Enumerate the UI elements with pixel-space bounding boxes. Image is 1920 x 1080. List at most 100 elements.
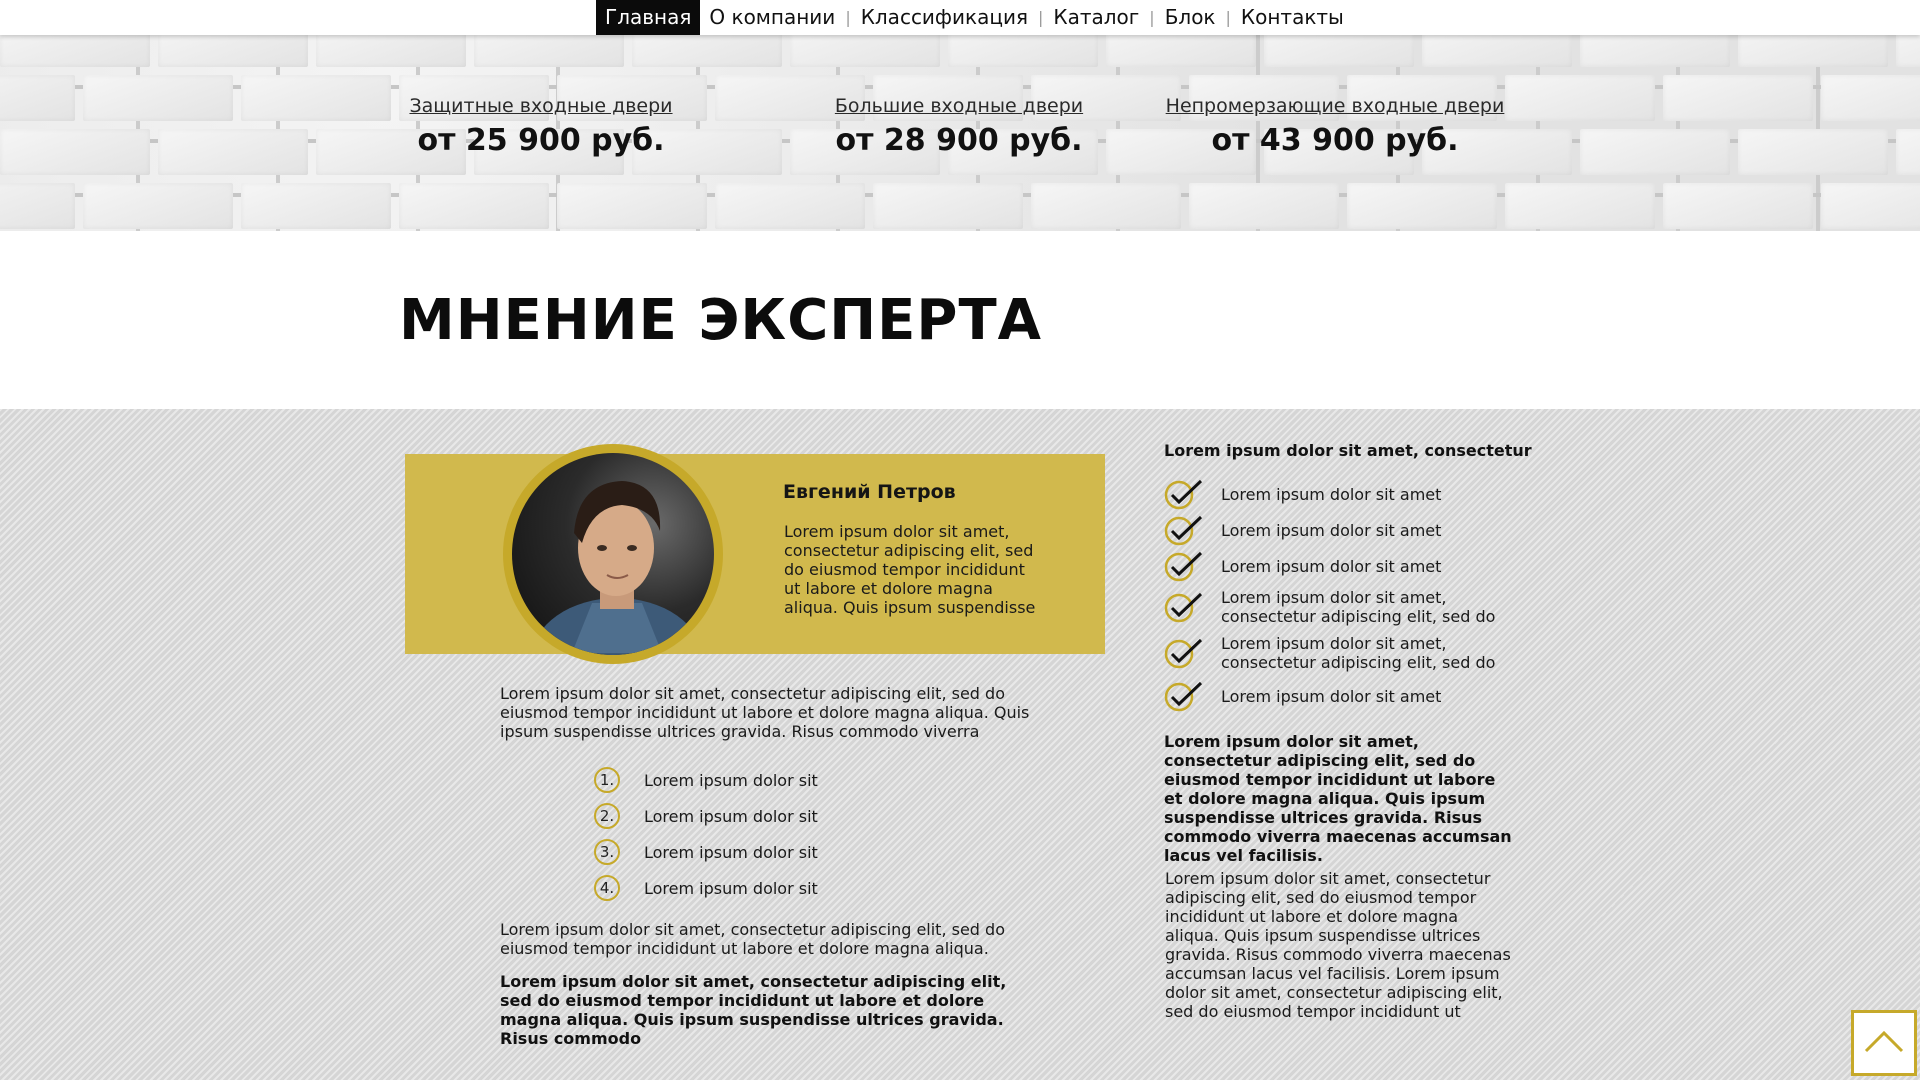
nav-item-catalog[interactable]: Каталог (1044, 0, 1148, 35)
section-title: МНЕНИЕ ЭКСПЕРТА (399, 288, 1043, 353)
checklist-item: Lorem ipsum dolor sit amet (1163, 548, 1523, 584)
chevron-up-icon (1864, 1030, 1904, 1053)
brick (158, 129, 308, 175)
nav-separator: | (845, 8, 851, 27)
number-badge: 3. (594, 839, 620, 865)
right-body-paragraph: Lorem ipsum dolor sit amet, consectetur … (1165, 869, 1511, 1021)
nav-item-contacts[interactable]: Контакты (1232, 0, 1353, 35)
list-item: 1. Lorem ipsum dolor sit (594, 762, 818, 798)
person-portrait-icon (532, 481, 702, 655)
offer-title-link[interactable]: Большие входные двери (828, 95, 1090, 117)
brick (1264, 35, 1414, 67)
brick (873, 183, 1023, 229)
nav-menu: Главная О компании | Классификация | Кат… (596, 0, 1353, 35)
check-circle-icon (1163, 680, 1203, 712)
brick (1505, 75, 1655, 121)
brick (316, 35, 466, 67)
right-column-heading: Lorem ipsum dolor sit amet, consectetur (1164, 441, 1532, 460)
offer-nonfreezing-doors: Непромерзающие входные двери от 43 900 р… (1155, 95, 1515, 158)
brick (399, 183, 549, 229)
offer-price: от 25 900 руб. (417, 123, 665, 158)
brick (1738, 35, 1888, 67)
nav-separator: | (1149, 8, 1155, 27)
brick (0, 183, 75, 229)
list-item-text: Lorem ipsum dolor sit (644, 770, 818, 790)
nav-separator: | (1038, 8, 1044, 27)
check-circle-icon (1163, 637, 1203, 669)
list-item: 2. Lorem ipsum dolor sit (594, 798, 818, 834)
brick (474, 35, 624, 67)
offer-title-link[interactable]: Защитные входные двери (404, 95, 678, 117)
check-circle-icon (1163, 514, 1203, 546)
nav-item-blog[interactable]: Блок (1156, 0, 1225, 35)
list-item-text: Lorem ipsum dolor sit (644, 842, 818, 862)
brick (0, 129, 150, 175)
brick (1580, 129, 1730, 175)
brick (1821, 183, 1920, 229)
nav-item-home[interactable]: Главная (596, 0, 701, 35)
checklist-text: Lorem ipsum dolor sit amet (1221, 520, 1442, 540)
nav-item-classification[interactable]: Классификация (852, 0, 1037, 35)
brick (0, 75, 75, 121)
list-item-text: Lorem ipsum dolor sit (644, 878, 818, 898)
brick (1821, 75, 1920, 121)
number-badge: 1. (594, 767, 620, 793)
list-item: 3. Lorem ipsum dolor sit (594, 834, 818, 870)
checklist-text: Lorem ipsum dolor sit amet (1221, 484, 1442, 504)
checklist-item: Lorem ipsum dolor sit amet, consectetur … (1163, 584, 1523, 630)
offer-large-doors: Большие входные двери от 28 900 руб. (828, 95, 1090, 158)
brick (632, 35, 782, 67)
offer-title-link[interactable]: Непромерзающие входные двери (1155, 95, 1515, 117)
brick (1031, 183, 1181, 229)
checklist: Lorem ipsum dolor sit amet Lorem ipsum d… (1163, 476, 1523, 716)
brick (948, 35, 1098, 67)
brick (1189, 183, 1339, 229)
nav-separator: | (1225, 8, 1231, 27)
numbered-list: 1. Lorem ipsum dolor sit 2. Lorem ipsum … (594, 762, 818, 906)
brick (1106, 35, 1256, 67)
top-navigation: Главная О компании | Классификация | Кат… (0, 0, 1920, 35)
brick (1580, 35, 1730, 67)
checklist-text: Lorem ipsum dolor sit amet (1221, 556, 1442, 576)
brick (83, 183, 233, 229)
bold-paragraph: Lorem ipsum dolor sit amet, consectetur … (500, 972, 1007, 1048)
brick (241, 75, 391, 121)
intro-paragraph: Lorem ipsum dolor sit amet, consectetur … (500, 684, 1030, 741)
offer-protective-doors: Защитные входные двери от 25 900 руб. (404, 95, 678, 158)
right-bold-paragraph: Lorem ipsum dolor sit amet, consectetur … (1164, 732, 1512, 865)
check-circle-icon (1163, 478, 1203, 510)
expert-bio: Lorem ipsum dolor sit amet, consectetur … (784, 522, 1036, 617)
brick (557, 183, 707, 229)
expert-avatar (512, 453, 714, 655)
expert-name: Евгений Петров (783, 481, 956, 503)
brick (1896, 35, 1920, 67)
checklist-item: Lorem ipsum dolor sit amet (1163, 676, 1523, 716)
brick (158, 35, 308, 67)
number-badge: 4. (594, 875, 620, 901)
offer-price: от 43 900 руб. (1211, 123, 1459, 158)
brick (1505, 183, 1655, 229)
nav-item-about[interactable]: О компании (700, 0, 844, 35)
body-paragraph: Lorem ipsum dolor sit amet, consectetur … (500, 920, 1005, 958)
checklist-text: Lorem ipsum dolor sit amet, consectetur … (1221, 588, 1496, 626)
checklist-item: Lorem ipsum dolor sit amet, consectetur … (1163, 630, 1523, 676)
check-circle-icon (1163, 591, 1203, 623)
checklist-item: Lorem ipsum dolor sit amet (1163, 512, 1523, 548)
offer-price: от 28 900 руб. (835, 123, 1083, 158)
list-item-text: Lorem ipsum dolor sit (644, 806, 818, 826)
brick (0, 35, 150, 67)
checklist-item: Lorem ipsum dolor sit amet (1163, 476, 1523, 512)
brick (1896, 129, 1920, 175)
list-item: 4. Lorem ipsum dolor sit (594, 870, 818, 906)
brick (1738, 129, 1888, 175)
back-to-top-button[interactable] (1851, 1010, 1917, 1076)
brick (1422, 35, 1572, 67)
brick (790, 35, 940, 67)
brick (1663, 183, 1813, 229)
number-badge: 2. (594, 803, 620, 829)
brick (83, 75, 233, 121)
expert-avatar-ring (503, 444, 723, 664)
checklist-text: Lorem ipsum dolor sit amet, consectetur … (1221, 634, 1496, 672)
brick (1347, 183, 1497, 229)
check-circle-icon (1163, 550, 1203, 582)
